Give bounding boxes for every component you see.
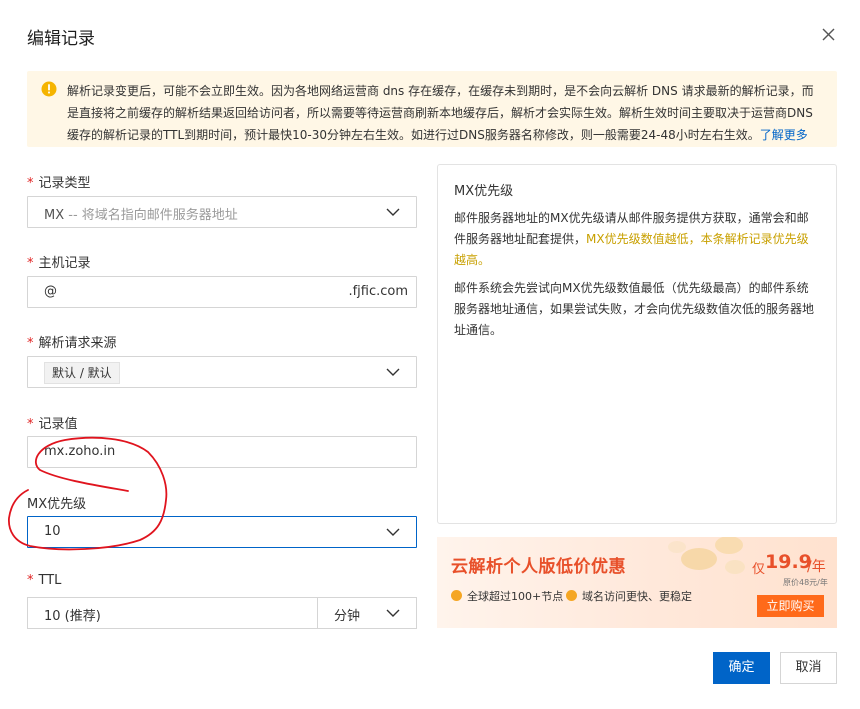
help-paragraph-1: 邮件服务器地址的MX优先级请从邮件服务提供方获取，通常会和邮件服务器地址配套提供… (454, 211, 809, 267)
record-value-label: * 记录值 (27, 417, 78, 432)
line-tag: 默认 / 默认 (44, 362, 120, 384)
coins-icon (668, 537, 745, 574)
ttl-unit: 分钟 (334, 609, 361, 624)
record-value-text: mx.zoho.in (44, 444, 116, 459)
host-record-label: * 主机记录 (27, 256, 91, 271)
mx-priority-help-panel: MX优先级 邮件服务器地址的MX优先级请从邮件服务提供方获取，通常会和邮件服务器… (437, 164, 837, 524)
ttl-value: 10 (推荐) (44, 609, 101, 624)
mx-priority-select[interactable]: 10 (27, 516, 417, 548)
host-record-input[interactable]: @ .fjfic.com (27, 276, 417, 308)
cancel-button[interactable]: 取消 (780, 652, 837, 684)
record-type-select[interactable]: MX -- 将域名指向邮件服务器地址 (27, 196, 417, 228)
promo-title: 云解析个人版低价优惠 (451, 557, 626, 577)
learn-more-link[interactable]: 了解更多 (760, 128, 808, 142)
promo-banner[interactable]: 云解析个人版低价优惠 全球超过100+节点 域名访问更快、更稳定 仅 19.9 … (437, 537, 837, 628)
mx-priority-value: 10 (44, 524, 61, 539)
buy-now-button[interactable]: 立即购买 (757, 595, 824, 617)
line-select[interactable]: 默认 / 默认 (27, 356, 417, 388)
ttl-input[interactable]: 10 (推荐) (27, 597, 318, 629)
price-unit: /年 (807, 559, 826, 575)
line-label: * 解析请求来源 (27, 336, 117, 351)
price-prefix: 仅 (752, 562, 766, 577)
record-value-input[interactable]: mx.zoho.in (27, 436, 417, 468)
record-type-hint: -- 将域名指向邮件服务器地址 (68, 208, 238, 223)
edit-record-dialog: 编辑记录 解析记录变更后，可能不会立即生效。因为各地网络运营商 dns 存在缓存… (0, 0, 860, 709)
chevron-down-icon (386, 368, 400, 376)
host-record-value: @ (44, 284, 57, 299)
check-icon (566, 590, 577, 601)
domain-suffix: .fjfic.com (348, 284, 408, 299)
alert-text: 解析记录变更后，可能不会立即生效。因为各地网络运营商 dns 存在缓存，在缓存未… (67, 84, 814, 142)
chevron-down-icon (386, 528, 400, 536)
close-icon[interactable] (818, 24, 840, 46)
chevron-down-icon (386, 208, 400, 216)
help-paragraph-2: 邮件系统会先尝试向MX优先级数值最低（优先级最高）的邮件系统服务器地址通信，如果… (454, 281, 815, 337)
promo-price: 19.9 (765, 551, 812, 573)
confirm-button[interactable]: 确定 (713, 652, 770, 684)
ttl-unit-select[interactable]: 分钟 (317, 597, 417, 629)
dialog-title: 编辑记录 (27, 29, 95, 49)
record-type-value: MX (44, 208, 65, 223)
record-type-label: * 记录类型 (27, 176, 91, 191)
chevron-down-icon (386, 609, 400, 617)
promo-feature-2: 域名访问更快、更稳定 (566, 588, 692, 604)
original-price: 原价48元/年 (783, 578, 828, 587)
ttl-label: * TTL (27, 573, 62, 588)
check-icon (451, 590, 462, 601)
warning-icon (41, 81, 57, 97)
help-title: MX优先级 (454, 184, 514, 199)
mx-priority-label: MX优先级 (27, 497, 87, 512)
propagation-alert: 解析记录变更后，可能不会立即生效。因为各地网络运营商 dns 存在缓存，在缓存未… (27, 71, 837, 147)
promo-feature-1: 全球超过100+节点 (451, 588, 563, 604)
